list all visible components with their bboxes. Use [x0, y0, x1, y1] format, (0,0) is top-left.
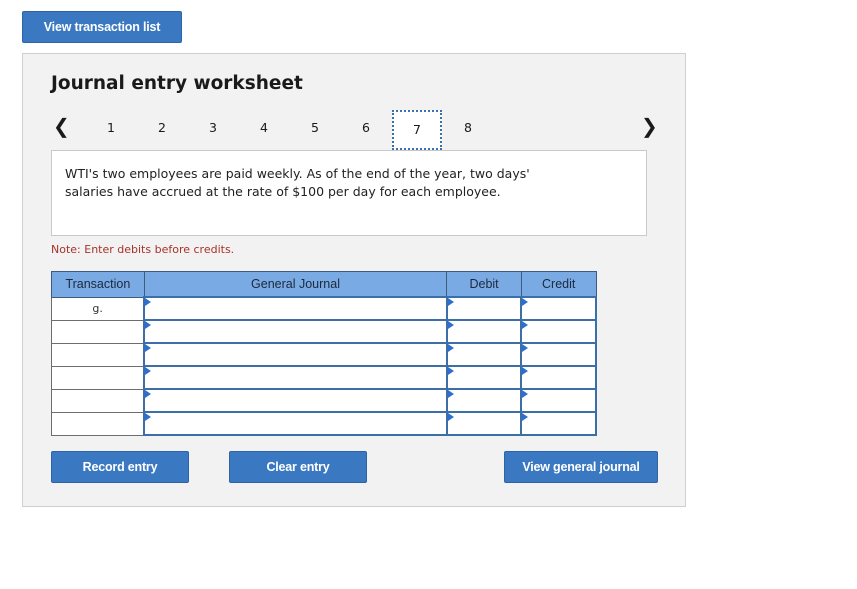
triangle-marker-icon — [522, 413, 529, 421]
triangle-marker-icon — [145, 344, 152, 352]
clear-entry-button[interactable]: Clear entry — [229, 451, 367, 483]
table-row — [51, 411, 597, 436]
page-1[interactable]: 1 — [101, 120, 121, 135]
page-8[interactable]: 8 — [458, 120, 478, 135]
journal-account-input[interactable] — [143, 319, 448, 344]
journal-account-input[interactable] — [143, 365, 448, 390]
note-text: Note: Enter debits before credits. — [51, 243, 235, 256]
triangle-marker-icon — [447, 321, 454, 329]
transaction-cell: g. — [51, 296, 145, 321]
table-row — [51, 342, 597, 367]
debit-input[interactable] — [445, 296, 523, 321]
header-general-journal: General Journal — [143, 271, 448, 298]
debit-input[interactable] — [445, 411, 523, 436]
triangle-marker-icon — [145, 298, 152, 306]
triangle-marker-icon — [145, 367, 152, 375]
view-general-journal-button[interactable]: View general journal — [504, 451, 658, 483]
page-6[interactable]: 6 — [356, 120, 376, 135]
chevron-left-icon[interactable]: ❮ — [53, 116, 70, 136]
record-entry-button[interactable]: Record entry — [51, 451, 189, 483]
journal-entry-worksheet-panel: Journal entry worksheet ❮ ❯ 1 2 3 4 5 6 … — [22, 53, 686, 507]
credit-input[interactable] — [520, 296, 597, 321]
journal-account-input[interactable] — [143, 296, 448, 321]
transaction-cell — [51, 319, 145, 344]
header-transaction: Transaction — [51, 271, 145, 298]
description-line-2: salaries have accrued at the rate of $10… — [65, 184, 501, 199]
page-3[interactable]: 3 — [203, 120, 223, 135]
credit-input[interactable] — [520, 319, 597, 344]
debit-input[interactable] — [445, 319, 523, 344]
triangle-marker-icon — [145, 413, 152, 421]
triangle-marker-icon — [447, 413, 454, 421]
triangle-marker-icon — [522, 367, 529, 375]
table-row — [51, 388, 597, 413]
triangle-marker-icon — [522, 298, 529, 306]
header-debit: Debit — [446, 271, 522, 298]
table-row — [51, 319, 597, 344]
transaction-cell — [51, 365, 145, 390]
page-5[interactable]: 5 — [305, 120, 325, 135]
triangle-marker-icon — [145, 321, 152, 329]
description-line-1: WTI's two employees are paid weekly. As … — [65, 166, 530, 181]
view-transaction-list-button[interactable]: View transaction list — [22, 11, 182, 43]
credit-input[interactable] — [520, 365, 597, 390]
page-7-active[interactable]: 7 — [392, 110, 442, 150]
transaction-cell-value: g. — [92, 302, 103, 315]
credit-input[interactable] — [520, 388, 597, 413]
credit-input[interactable] — [520, 342, 597, 367]
triangle-marker-icon — [522, 344, 529, 352]
triangle-marker-icon — [447, 344, 454, 352]
transaction-cell — [51, 388, 145, 413]
page-2[interactable]: 2 — [152, 120, 172, 135]
journal-account-input[interactable] — [143, 342, 448, 367]
page-4[interactable]: 4 — [254, 120, 274, 135]
worksheet-title: Journal entry worksheet — [51, 73, 303, 94]
triangle-marker-icon — [522, 390, 529, 398]
journal-account-input[interactable] — [143, 388, 448, 413]
transaction-cell — [51, 411, 145, 436]
debit-input[interactable] — [445, 365, 523, 390]
table-row — [51, 365, 597, 390]
triangle-marker-icon — [145, 390, 152, 398]
table-row: g. — [51, 296, 597, 321]
debit-input[interactable] — [445, 388, 523, 413]
triangle-marker-icon — [447, 390, 454, 398]
chevron-right-icon[interactable]: ❯ — [641, 116, 658, 136]
triangle-marker-icon — [447, 298, 454, 306]
transaction-description: WTI's two employees are paid weekly. As … — [51, 150, 647, 236]
debit-input[interactable] — [445, 342, 523, 367]
header-credit: Credit — [520, 271, 597, 298]
credit-input[interactable] — [520, 411, 597, 436]
triangle-marker-icon — [447, 367, 454, 375]
triangle-marker-icon — [522, 321, 529, 329]
transaction-cell — [51, 342, 145, 367]
journal-table: Transaction General Journal Debit Credit… — [51, 271, 597, 436]
journal-account-input[interactable] — [143, 411, 448, 436]
